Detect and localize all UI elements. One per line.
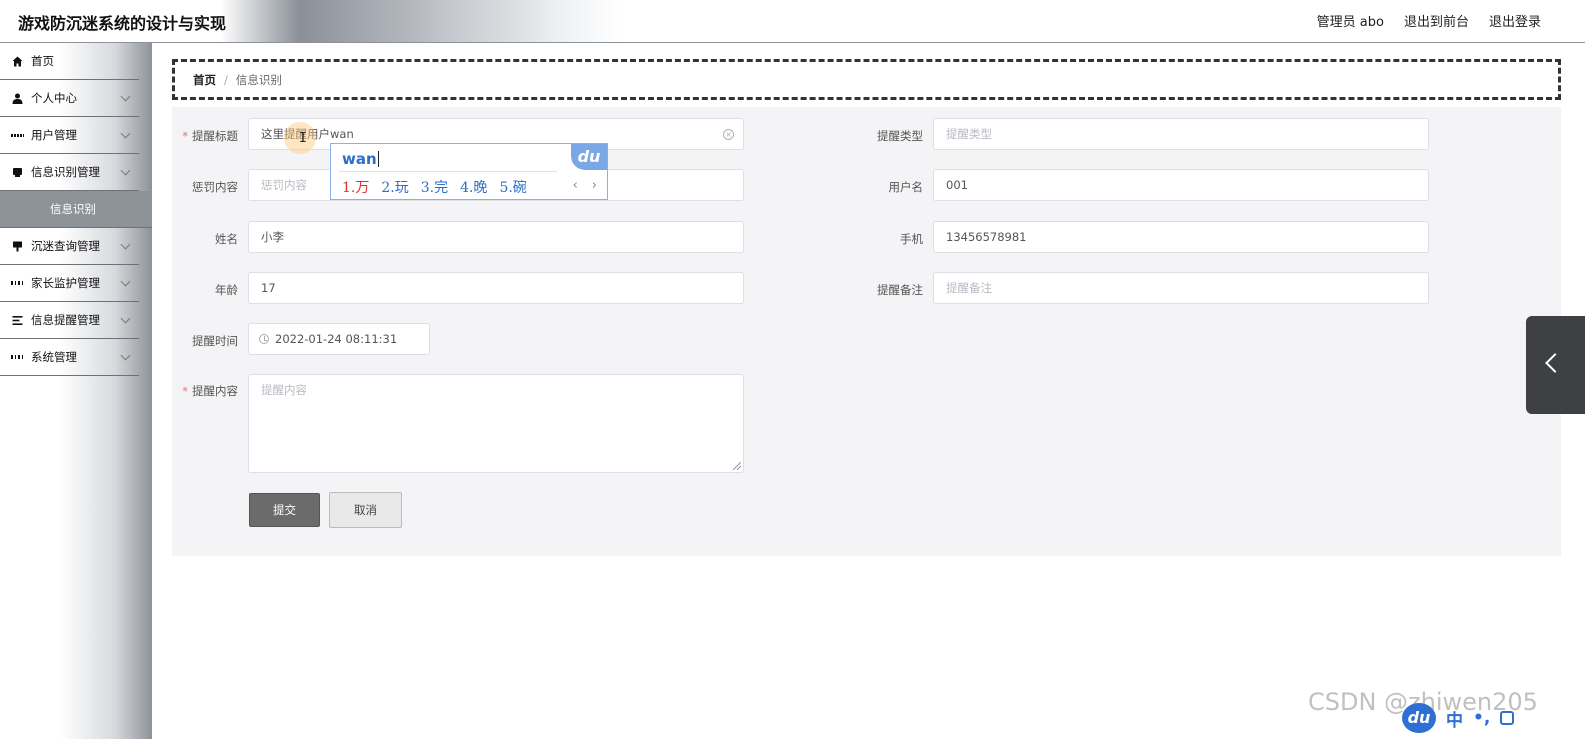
sidebar-item-home[interactable]: 首页 — [0, 43, 139, 80]
username-input[interactable]: 001 — [933, 169, 1429, 201]
ime-punctuation-toggle[interactable]: •, — [1473, 708, 1490, 728]
clear-icon[interactable]: × — [723, 129, 734, 140]
sidebar-item-user-management[interactable]: 用户管理 — [0, 117, 139, 154]
sidebar: 首页 个人中心 用户管理 信息识别管理 信息识别 沉迷查询管理 家长监护管理 信… — [0, 43, 152, 739]
sidebar-item-info-recognition-management[interactable]: 信息识别管理 — [0, 154, 139, 191]
sidebar-item-label: 首页 — [31, 54, 54, 68]
chevron-down-icon — [120, 276, 131, 287]
submit-button[interactable]: 提交 — [249, 493, 320, 527]
name-label: 姓名 — [215, 232, 238, 246]
sidebar-item-personal-center[interactable]: 个人中心 — [0, 80, 139, 117]
sidebar-item-addiction-query-management[interactable]: 沉迷查询管理 — [0, 228, 139, 265]
clock-icon — [259, 334, 269, 344]
back-to-frontend-link[interactable]: 退出到前台 — [1404, 11, 1469, 30]
side-panel-toggle[interactable] — [1526, 316, 1585, 414]
name-input[interactable]: 小李 — [248, 221, 744, 253]
remark-input[interactable]: 提醒备注 — [933, 272, 1429, 304]
baidu-ime-logo-icon: du — [571, 144, 607, 170]
chevron-down-icon — [120, 165, 131, 176]
breadcrumb: 首页 / 信息识别 — [172, 59, 1561, 100]
ime-candidate-popup: wan du 1.万 2.玩 3.完 4.晚 5.碗 ‹ › — [330, 143, 608, 200]
age-label: 年龄 — [215, 283, 238, 297]
time-picker[interactable]: 2022-01-24 08:11:31 — [248, 323, 430, 355]
header-nav: 管理员 abo 退出到前台 退出登录 — [1317, 11, 1541, 30]
time-picker-value: 2022-01-24 08:11:31 — [275, 332, 398, 346]
apps-icon — [11, 277, 23, 289]
sidebar-item-label: 家长监护管理 — [31, 276, 100, 290]
sidebar-item-label: 个人中心 — [31, 91, 77, 105]
chevron-down-icon — [120, 128, 131, 139]
username-label: 用户名 — [888, 180, 924, 194]
type-label: 提醒类型 — [877, 129, 923, 143]
app-title: 游戏防沉迷系统的设计与实现 — [18, 14, 227, 33]
resize-handle[interactable] — [733, 462, 741, 470]
required-mark: * — [182, 384, 188, 398]
age-input[interactable]: 17 — [248, 272, 744, 304]
ime-pinyin: wan — [342, 150, 379, 168]
logout-link[interactable]: 退出登录 — [1489, 11, 1541, 30]
sidebar-item-info-reminder-management[interactable]: 信息提醒管理 — [0, 302, 139, 339]
ime-candidate[interactable]: 4.晚 — [460, 177, 487, 197]
grid-icon — [11, 129, 23, 141]
list-icon — [11, 314, 23, 326]
pin-icon — [11, 240, 23, 252]
cancel-button[interactable]: 取消 — [329, 492, 402, 528]
type-input[interactable]: 提醒类型 — [933, 118, 1429, 150]
sidebar-item-label: 信息提醒管理 — [31, 313, 100, 327]
home-icon — [11, 55, 23, 67]
penalty-label: 惩罚内容 — [192, 180, 238, 194]
sidebar-item-system-management[interactable]: 系统管理 — [0, 339, 139, 376]
sidebar-item-label: 信息识别管理 — [31, 165, 100, 179]
phone-input[interactable]: 13456578981 — [933, 221, 1429, 253]
content-textarea[interactable]: 提醒内容 — [248, 374, 744, 473]
ime-next-icon[interactable]: › — [592, 178, 597, 193]
breadcrumb-home-link[interactable]: 首页 — [193, 72, 216, 88]
ime-nav: ‹ › — [573, 178, 597, 193]
sidebar-item-label: 沉迷查询管理 — [31, 239, 100, 253]
ime-candidates: 1.万 2.玩 3.完 4.晚 5.碗 — [342, 177, 527, 197]
breadcrumb-current: 信息识别 — [235, 72, 282, 87]
chevron-down-icon — [120, 239, 131, 250]
sidebar-item-label: 系统管理 — [31, 350, 77, 364]
chevron-down-icon — [120, 350, 131, 361]
ime-tray: du 中 •, — [1402, 700, 1515, 736]
phone-label: 手机 — [900, 232, 923, 246]
chevron-down-icon — [120, 313, 131, 324]
ime-language-toggle[interactable]: 中 — [1446, 706, 1463, 731]
breadcrumb-separator: / — [224, 72, 228, 87]
sidebar-item-label: 用户管理 — [31, 128, 77, 142]
required-mark: * — [182, 129, 188, 143]
ime-candidate[interactable]: 5.碗 — [499, 177, 526, 197]
ime-candidate[interactable]: 2.玩 — [381, 177, 408, 197]
ime-divider — [339, 171, 557, 172]
ime-keyboard-icon[interactable] — [1500, 711, 1515, 725]
remark-label: 提醒备注 — [877, 283, 923, 297]
time-label: 提醒时间 — [192, 334, 238, 348]
content-placeholder: 提醒内容 — [261, 383, 307, 397]
admin-user-link[interactable]: 管理员 abo — [1317, 11, 1384, 30]
sidebar-item-parent-guardian-management[interactable]: 家长监护管理 — [0, 265, 139, 302]
ime-candidate[interactable]: 3.完 — [421, 177, 448, 197]
text-cursor-icon: I — [299, 131, 307, 146]
title-label: * 提醒标题 — [182, 129, 238, 143]
content-label: * 提醒内容 — [182, 384, 238, 398]
tag-icon — [11, 166, 23, 178]
ime-prev-icon[interactable]: ‹ — [573, 178, 578, 193]
user-icon — [11, 92, 23, 104]
chevron-down-icon — [120, 91, 131, 102]
chevron-left-icon — [1545, 353, 1565, 373]
ime-candidate[interactable]: 1.万 — [342, 177, 369, 197]
top-header: 游戏防沉迷系统的设计与实现 管理员 abo 退出到前台 退出登录 — [0, 0, 1585, 43]
sidebar-subitem-info-recognition[interactable]: 信息识别 — [0, 191, 152, 228]
baidu-ime-logo-icon[interactable]: du — [1402, 703, 1436, 733]
apps-icon — [11, 351, 23, 363]
